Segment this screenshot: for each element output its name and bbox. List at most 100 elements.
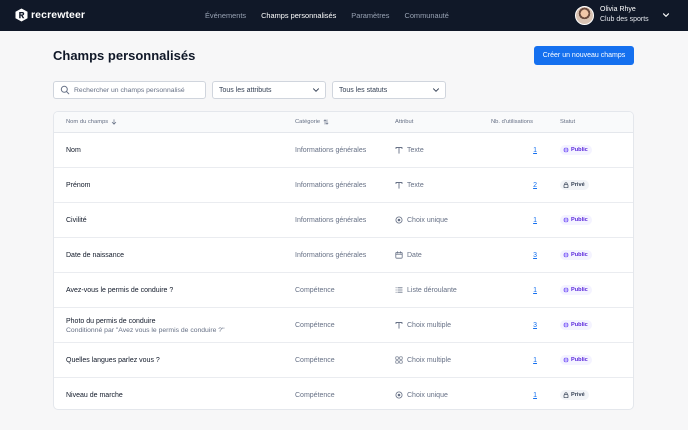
field-name: Quelles langues parlez vous ?	[66, 357, 160, 364]
nav-item-evenements[interactable]: Événements	[205, 11, 246, 20]
table-row[interactable]: Civilité Informations générales Choix uniq…	[54, 203, 633, 238]
usage-count-link[interactable]: 2	[532, 182, 537, 189]
usage-count-link[interactable]: 1	[532, 217, 537, 224]
field-name: Date de naissance	[66, 252, 124, 259]
table-row[interactable]: Nom Informations générales Texte 1 Public	[54, 133, 633, 168]
field-name: Prénom	[66, 182, 91, 189]
field-name: Photo du permis de conduire	[66, 318, 156, 325]
nav-item-communaute[interactable]: Communauté	[404, 11, 448, 20]
field-attribute-label: Choix unique	[407, 391, 448, 399]
field-attribute: Liste déroulante	[395, 286, 457, 294]
user-menu[interactable]: Olivia Rhye Club des sports	[575, 5, 670, 25]
field-attribute: Choix multiple	[395, 321, 451, 329]
globe-icon	[563, 322, 569, 328]
field-attribute: Texte	[395, 181, 424, 189]
globe-icon	[563, 147, 569, 153]
status-badge-label: Public	[571, 357, 588, 363]
table-header: Nom du champs Catégorie Attribut Nb. d'u…	[54, 112, 633, 133]
usage-count-link[interactable]: 3	[532, 252, 537, 259]
main-nav: Événements Champs personnalisés Paramètr…	[205, 11, 464, 20]
usage-count-link[interactable]: 1	[532, 147, 537, 154]
grid-icon	[395, 356, 403, 364]
field-name: Nom	[66, 147, 81, 154]
status-filter-select[interactable]: Tous les statuts	[332, 81, 446, 99]
field-name: Civilité	[66, 217, 87, 224]
user-name: Olivia Rhye	[600, 6, 636, 13]
search-input[interactable]	[74, 86, 204, 94]
status-badge-label: Public	[571, 322, 588, 328]
table-row[interactable]: Date de naissance Informations générales D…	[54, 238, 633, 273]
globe-icon	[563, 252, 569, 258]
status-badge-label: Public	[571, 147, 588, 153]
field-attribute-label: Texte	[407, 181, 424, 189]
create-field-button[interactable]: Créer un nouveau champs	[534, 46, 634, 65]
logo-icon	[15, 8, 28, 22]
field-attribute: Choix unique	[395, 216, 448, 224]
status-badge: Public	[560, 250, 592, 260]
status-badge-label: Public	[571, 287, 588, 293]
search-icon	[60, 85, 70, 95]
table-row[interactable]: Quelles langues parlez vous ? Compétence C…	[54, 343, 633, 378]
custom-fields-table: Nom du champs Catégorie Attribut Nb. d'u…	[53, 111, 634, 410]
attribute-filter-select[interactable]: Tous les attributs	[212, 81, 326, 99]
field-attribute: Choix multiple	[395, 356, 451, 364]
field-category: Compétence	[295, 322, 335, 329]
status-badge-label: Privé	[571, 392, 585, 398]
calendar-icon	[395, 251, 403, 259]
attribute-filter-value: Tous les attributs	[219, 86, 272, 94]
field-name: Niveau de marche	[66, 392, 123, 399]
field-attribute: Date	[395, 251, 422, 259]
usage-count-link[interactable]: 1	[532, 392, 537, 399]
field-category: Informations générales	[295, 182, 367, 189]
column-header-category[interactable]: Catégorie	[295, 119, 329, 125]
column-header-uses: Nb. d'utilisations	[491, 119, 534, 125]
field-attribute: Choix unique	[395, 391, 448, 399]
globe-icon	[563, 287, 569, 293]
brand-name: recrewteer	[31, 9, 86, 21]
status-badge: Public	[560, 355, 592, 365]
field-name: Avez-vous le permis de conduire ?	[66, 287, 174, 294]
avatar	[575, 5, 594, 25]
table-row[interactable]: Niveau de marche Compétence Choix unique 1 P…	[54, 378, 633, 409]
brand-logo[interactable]: recrewteer	[15, 8, 85, 22]
text-icon	[395, 322, 403, 329]
page-title: Champs personnalisés	[53, 48, 196, 63]
column-header-name[interactable]: Nom du champs	[66, 119, 117, 125]
user-info: Olivia Rhye Club des sports	[600, 5, 649, 25]
field-attribute-label: Date	[407, 251, 422, 259]
nav-item-champs-personnalises[interactable]: Champs personnalisés	[261, 11, 336, 20]
table-row[interactable]: Prénom Informations générales Texte 2 Privé	[54, 168, 633, 203]
usage-count-link[interactable]: 3	[532, 322, 537, 329]
table-row[interactable]: Avez-vous le permis de conduire ? Compéte…	[54, 273, 633, 308]
usage-count-link[interactable]: 1	[532, 357, 537, 364]
chevron-down-icon[interactable]	[662, 11, 670, 19]
nav-item-parametres[interactable]: Paramètres	[351, 11, 389, 20]
arrow-down-icon	[112, 119, 117, 125]
sort-icon	[323, 119, 329, 125]
column-header-status: Statut	[560, 119, 576, 125]
column-header-attribute: Attribut	[395, 119, 414, 125]
usage-count-link[interactable]: 1	[532, 287, 537, 294]
lock-icon	[563, 392, 569, 398]
search-box[interactable]	[53, 81, 206, 99]
radio-icon	[395, 216, 403, 224]
field-category: Informations générales	[295, 147, 367, 154]
field-attribute-label: Liste déroulante	[407, 286, 457, 294]
status-badge: Public	[560, 285, 592, 295]
column-header-name-label: Nom du champs	[66, 119, 109, 125]
chevron-down-icon	[313, 88, 319, 92]
text-icon	[395, 182, 403, 189]
status-badge: Privé	[560, 180, 589, 190]
status-badge-label: Public	[571, 252, 588, 258]
status-badge-label: Privé	[571, 182, 585, 188]
globe-icon	[563, 357, 569, 363]
text-icon	[395, 147, 403, 154]
status-badge-label: Public	[571, 217, 588, 223]
table-row[interactable]: Photo du permis de conduire Conditionné p…	[54, 308, 633, 343]
field-category: Compétence	[295, 357, 335, 364]
lock-icon	[563, 182, 569, 188]
field-attribute-label: Choix unique	[407, 216, 448, 224]
field-attribute-label: Choix multiple	[407, 321, 451, 329]
field-category: Compétence	[295, 287, 335, 294]
column-header-category-label: Catégorie	[295, 119, 321, 125]
